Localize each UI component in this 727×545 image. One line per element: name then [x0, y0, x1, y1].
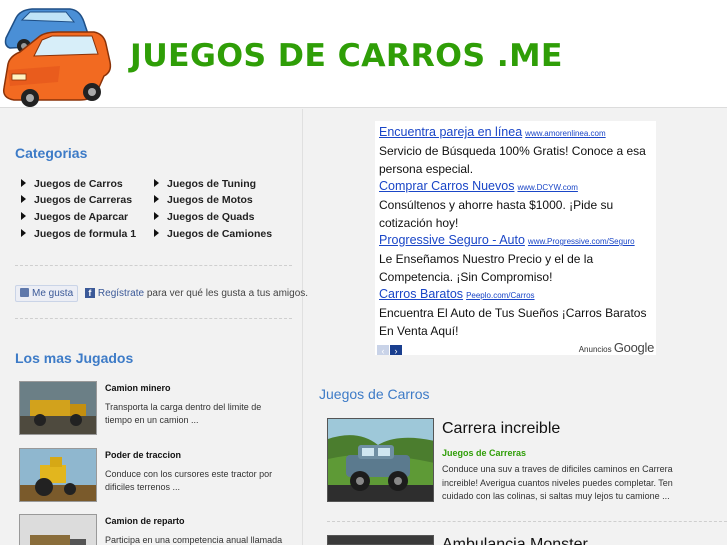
- ad-body: Consúltenos y ahorre hasta $1000. ¡Pide …: [379, 198, 614, 230]
- game-thumbnail[interactable]: [19, 448, 97, 502]
- ad-body: Encuentra El Auto de Tus Sueños ¡Carros …: [379, 306, 647, 338]
- ad-url-link[interactable]: www.Progressive.com/Seguro: [528, 237, 635, 246]
- arrow-right-icon: [21, 179, 26, 187]
- arrow-right-icon: [21, 229, 26, 237]
- game-description: Conduce con los cursores este tractor po…: [105, 469, 273, 492]
- ad-navigation: ‹ ›: [377, 341, 403, 355]
- arrow-right-icon: [154, 195, 159, 203]
- divider: [15, 318, 292, 319]
- cars-logo-icon[interactable]: [0, 0, 118, 108]
- ad-body: Servicio de Búsqueda 100% Gratis! Conoce…: [379, 144, 646, 176]
- ad-item: Encuentra pareja en línea www.amorenlinea…: [379, 123, 655, 178]
- game-thumbnail[interactable]: [19, 514, 97, 545]
- game-card[interactable]: Carrera increible Juegos de Carreras Con…: [327, 418, 727, 534]
- main-section-heading: Juegos de Carros: [319, 386, 430, 402]
- arrow-right-icon: [154, 179, 159, 187]
- arrow-right-icon: [21, 212, 26, 220]
- arrow-right-icon: [154, 229, 159, 237]
- register-suffix: para ver qué les gusta a tus amigos.: [146, 288, 309, 299]
- game-title[interactable]: Carrera increible: [442, 420, 560, 438]
- most-played-item[interactable]: Camion minero Transporta la carga dentro…: [19, 381, 299, 437]
- ad-url-link[interactable]: www.amorenlinea.com: [525, 129, 605, 138]
- category-link[interactable]: Juegos de Carros: [21, 178, 123, 190]
- arrow-right-icon: [21, 195, 26, 203]
- category-link[interactable]: Juegos de Camiones: [154, 228, 272, 240]
- tractor-thumbnail-icon: [20, 449, 96, 501]
- game-title[interactable]: Camion minero: [105, 383, 171, 393]
- ad-url-link[interactable]: Peeplo.com/Carros: [466, 291, 534, 300]
- game-title[interactable]: Ambulancia Monster: [442, 536, 588, 545]
- facebook-like-box: Me gusta f Regístrate para ver qué les gu…: [15, 285, 308, 302]
- most-played-item[interactable]: Camion de reparto Participa en una compe…: [19, 514, 299, 545]
- chevron-left-icon[interactable]: ‹: [377, 345, 389, 355]
- delivery-truck-thumbnail-icon: [20, 515, 96, 545]
- game-card[interactable]: Ambulancia Monster: [327, 535, 727, 545]
- ad-item: Progressive Seguro - Auto www.Progressive…: [379, 231, 655, 286]
- game-description: Transporta la carga dentro del limite de…: [105, 402, 262, 425]
- ad-title-link[interactable]: Carros Baratos: [379, 287, 463, 301]
- mining-truck-thumbnail-icon: [20, 382, 96, 434]
- like-button[interactable]: Me gusta: [15, 285, 79, 302]
- facebook-register: f Regístrate para ver qué les gusta a tus…: [84, 288, 309, 299]
- divider: [15, 265, 292, 266]
- category-link[interactable]: Juegos de Carreras: [21, 194, 132, 206]
- category-link[interactable]: Juegos de Aparcar: [21, 211, 128, 223]
- ad-block: Encuentra pareja en línea www.amorenlinea…: [375, 121, 656, 355]
- ad-title-link[interactable]: Progressive Seguro - Auto: [379, 233, 525, 247]
- most-played-item[interactable]: Poder de traccion Conduce con los cursor…: [19, 448, 299, 504]
- game-description: Participa en una competencia anual llama…: [105, 535, 283, 545]
- most-played-heading: Los mas Jugados: [15, 350, 134, 366]
- ad-item: Carros Baratos Peeplo.com/Carros Encuentr…: [379, 285, 655, 340]
- category-link[interactable]: Juegos de Tuning: [154, 178, 256, 190]
- ads-by-google[interactable]: Anuncios Google: [579, 340, 655, 355]
- ad-title-link[interactable]: Encuentra pareja en línea: [379, 125, 522, 139]
- game-thumbnail[interactable]: [19, 381, 97, 435]
- suv-thumbnail-icon: [328, 419, 433, 501]
- facebook-icon: f: [84, 288, 95, 298]
- arrow-right-icon: [154, 212, 159, 220]
- ad-url-link[interactable]: www.DCYW.com: [517, 183, 577, 192]
- category-link[interactable]: Juegos de Quads: [154, 211, 255, 223]
- game-thumbnail[interactable]: [327, 535, 434, 545]
- site-header: JUEGOS DE CARROS .ME: [0, 0, 727, 108]
- category-link[interactable]: Juegos de Motos: [154, 194, 253, 206]
- register-link[interactable]: Regístrate: [98, 288, 144, 299]
- game-title[interactable]: Poder de traccion: [105, 450, 181, 460]
- game-thumbnail[interactable]: [327, 418, 434, 502]
- ad-body: Le Enseñamos Nuestro Precio y el de la C…: [379, 252, 594, 284]
- game-title[interactable]: Camion de reparto: [105, 516, 185, 526]
- game-description: Conduce una suv a traves de dificiles ca…: [442, 464, 673, 501]
- divider: [327, 521, 727, 522]
- thumbs-up-icon: [20, 288, 29, 297]
- ad-item: Comprar Carros Nuevos www.DCYW.com Consúl…: [379, 177, 655, 232]
- site-title[interactable]: JUEGOS DE CARROS .ME: [130, 38, 563, 74]
- game-category-link[interactable]: Juegos de Carreras: [442, 448, 526, 458]
- categories-heading: Categorias: [15, 145, 88, 161]
- ad-title-link[interactable]: Comprar Carros Nuevos: [379, 179, 514, 193]
- category-link[interactable]: Juegos de formula 1: [21, 228, 136, 240]
- chevron-right-icon[interactable]: ›: [390, 345, 402, 355]
